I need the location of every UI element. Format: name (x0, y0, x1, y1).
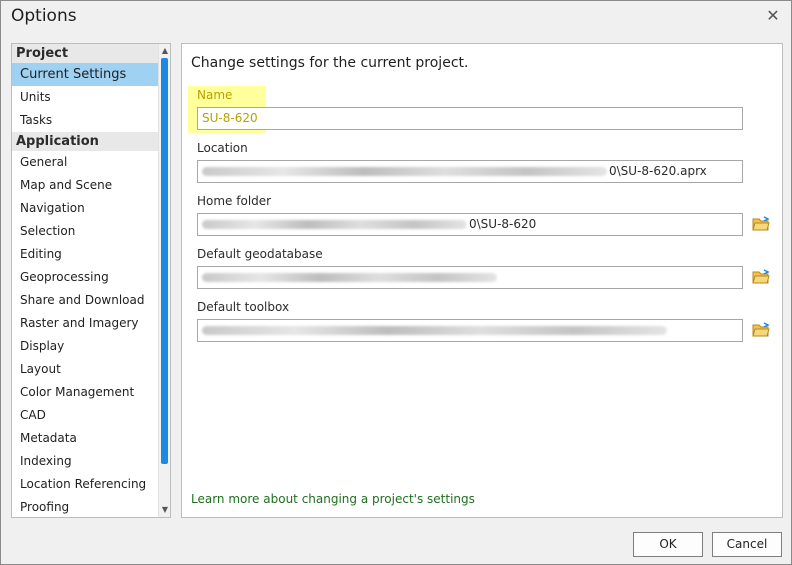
nav-item-general[interactable]: General (12, 151, 159, 174)
nav-item-share-and-download[interactable]: Share and Download (12, 289, 159, 312)
default-geodatabase-label: Default geodatabase (197, 247, 323, 261)
nav-item-navigation[interactable]: Navigation (12, 197, 159, 220)
settings-panel: Change settings for the current project.… (181, 43, 783, 518)
options-nav: Project Current Settings Units Tasks App… (11, 43, 171, 518)
home-folder-suffix: 0\SU-8-620 (469, 217, 537, 231)
dialog-title: Options (11, 6, 77, 26)
learn-more-link[interactable]: Learn more about changing a project's se… (191, 492, 475, 506)
nav-item-geoprocessing[interactable]: Geoprocessing (12, 266, 159, 289)
nav-item-units[interactable]: Units (12, 86, 159, 109)
nav-item-display[interactable]: Display (12, 335, 159, 358)
name-input[interactable]: SU-8-620 (197, 107, 743, 130)
cancel-button[interactable]: Cancel (712, 532, 782, 557)
nav-item-indexing[interactable]: Indexing (12, 450, 159, 473)
location-input[interactable]: 0\SU-8-620.aprx (197, 160, 743, 183)
nav-list: Project Current Settings Units Tasks App… (12, 44, 159, 517)
nav-item-metadata[interactable]: Metadata (12, 427, 159, 450)
location-suffix: 0\SU-8-620.aprx (609, 164, 707, 178)
options-dialog: Options ✕ Project Current Settings Units… (0, 0, 792, 565)
title-bar: Options ✕ (1, 1, 791, 35)
nav-item-proofing[interactable]: Proofing (12, 496, 159, 517)
nav-item-editing[interactable]: Editing (12, 243, 159, 266)
default-toolbox-input[interactable] (197, 319, 743, 342)
redacted-path (202, 167, 607, 176)
close-icon[interactable]: ✕ (765, 8, 781, 24)
nav-item-selection[interactable]: Selection (12, 220, 159, 243)
home-folder-input[interactable]: 0\SU-8-620 (197, 213, 743, 236)
scroll-thumb[interactable] (161, 58, 168, 464)
redacted-path (202, 273, 497, 282)
redacted-path (202, 326, 667, 335)
redacted-path (202, 220, 467, 229)
panel-heading: Change settings for the current project. (191, 55, 469, 71)
nav-item-current-settings[interactable]: Current Settings (12, 63, 159, 86)
folder-open-icon[interactable] (752, 216, 770, 232)
name-label: Name (197, 88, 233, 102)
folder-open-icon[interactable] (752, 322, 770, 338)
folder-open-icon[interactable] (752, 269, 770, 285)
nav-item-layout[interactable]: Layout (12, 358, 159, 381)
default-geodatabase-input[interactable] (197, 266, 743, 289)
nav-header-application: Application (12, 132, 159, 151)
nav-item-color-management[interactable]: Color Management (12, 381, 159, 404)
nav-item-location-referencing[interactable]: Location Referencing (12, 473, 159, 496)
home-folder-label: Home folder (197, 194, 272, 208)
nav-item-map-and-scene[interactable]: Map and Scene (12, 174, 159, 197)
nav-header-project: Project (12, 44, 159, 63)
nav-item-raster-and-imagery[interactable]: Raster and Imagery (12, 312, 159, 335)
nav-item-cad[interactable]: CAD (12, 404, 159, 427)
ok-button[interactable]: OK (633, 532, 703, 557)
location-label: Location (197, 141, 248, 155)
scroll-down-icon[interactable]: ▼ (159, 504, 170, 516)
nav-scrollbar[interactable]: ▲ ▼ (158, 44, 170, 517)
default-toolbox-label: Default toolbox (197, 300, 290, 314)
scroll-up-icon[interactable]: ▲ (159, 45, 170, 57)
nav-item-tasks[interactable]: Tasks (12, 109, 159, 132)
